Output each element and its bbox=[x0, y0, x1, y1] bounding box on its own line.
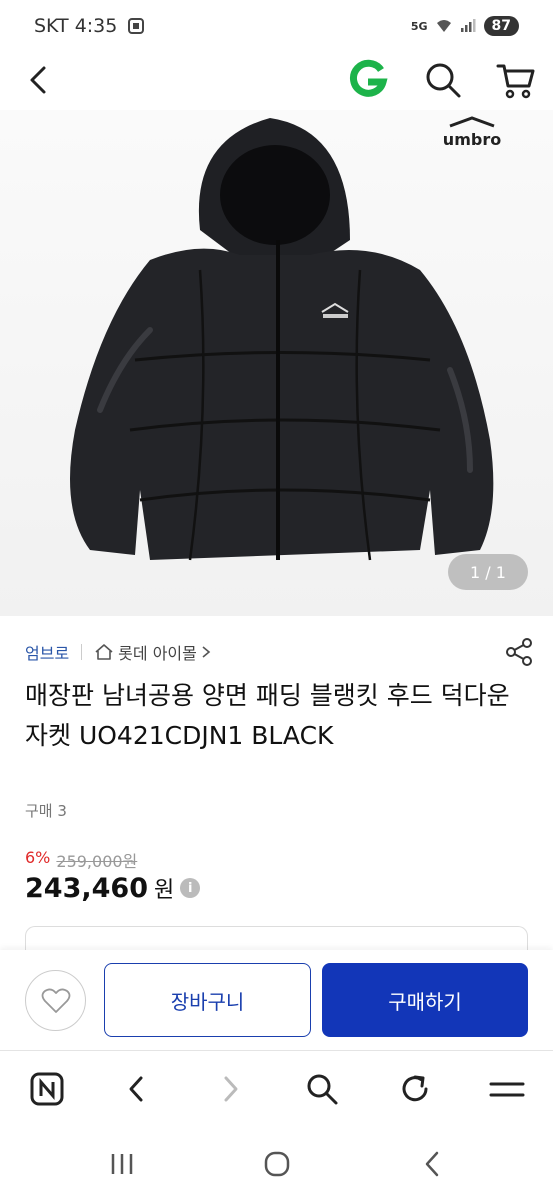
refresh-icon bbox=[402, 1075, 428, 1102]
price-unit: 원 bbox=[153, 878, 175, 903]
screenshot-icon bbox=[128, 18, 145, 34]
cart-button[interactable] bbox=[495, 60, 537, 100]
cart-icon bbox=[496, 64, 535, 99]
status-bar: SKT 4:35 5G 87 bbox=[0, 0, 553, 52]
share-button[interactable] bbox=[503, 636, 535, 668]
status-right: 5G 87 bbox=[411, 16, 519, 36]
sale-price: 243,460 bbox=[25, 872, 148, 904]
divider bbox=[81, 644, 83, 660]
image-counter: 1 / 1 bbox=[448, 554, 528, 590]
original-price: 259,000원 bbox=[56, 852, 138, 871]
brand-row: 엄브로 롯데 아이몰 bbox=[25, 636, 535, 668]
network-type: 5G bbox=[410, 19, 428, 33]
price-row: 243,460 원 i bbox=[25, 872, 201, 904]
back-button[interactable] bbox=[22, 60, 58, 100]
naver-icon bbox=[30, 1072, 64, 1106]
browser-menu-button[interactable] bbox=[487, 1069, 527, 1109]
share-icon bbox=[506, 638, 532, 666]
heart-icon bbox=[41, 988, 70, 1013]
store-name: 롯데 아이몰 bbox=[118, 644, 197, 663]
brand-link[interactable]: 엄브로 bbox=[25, 640, 69, 664]
recent-apps-icon bbox=[111, 1154, 133, 1174]
purchase-bar: 장바구니 구매하기 bbox=[0, 950, 553, 1050]
chevron-right-icon bbox=[202, 646, 211, 658]
browser-forward-button[interactable] bbox=[210, 1069, 250, 1109]
naver-home-button[interactable] bbox=[27, 1069, 67, 1109]
forward-icon bbox=[224, 1076, 238, 1102]
carrier-time: SKT 4:35 bbox=[34, 15, 118, 37]
chevron-left-icon bbox=[30, 66, 46, 94]
back-icon bbox=[425, 1151, 439, 1177]
discount-row: 6% 259,000원 bbox=[25, 848, 137, 872]
signal-icon bbox=[460, 19, 476, 32]
product-image[interactable]: umbro 1 / 1 bbox=[0, 110, 553, 616]
search-button[interactable] bbox=[423, 60, 463, 100]
browser-back-button[interactable] bbox=[117, 1069, 157, 1109]
price-info-icon[interactable]: i bbox=[180, 878, 201, 898]
g-logo-button[interactable] bbox=[348, 58, 388, 100]
search-icon bbox=[307, 1074, 338, 1105]
home-icon bbox=[95, 644, 113, 660]
recent-apps-button[interactable] bbox=[104, 1146, 140, 1182]
wish-button[interactable] bbox=[25, 970, 86, 1031]
buy-now-button[interactable]: 구매하기 bbox=[322, 963, 528, 1037]
system-back-button[interactable] bbox=[414, 1146, 450, 1182]
browser-nav bbox=[0, 1050, 553, 1128]
app-header bbox=[0, 52, 553, 110]
menu-icon bbox=[489, 1082, 525, 1097]
home-button[interactable] bbox=[259, 1146, 295, 1182]
jacket-image bbox=[70, 118, 494, 561]
back-icon bbox=[129, 1076, 143, 1102]
status-left: SKT 4:35 bbox=[34, 15, 145, 37]
wifi-icon bbox=[436, 20, 451, 32]
store-link[interactable]: 롯데 아이몰 bbox=[94, 640, 211, 664]
search-icon bbox=[426, 63, 461, 98]
purchase-count: 구매 3 bbox=[25, 802, 67, 820]
product-title: 매장판 남녀공용 양면 패딩 블랭킷 후드 덕다운 자켓 UO421CDJN1 … bbox=[25, 681, 510, 750]
browser-refresh-button[interactable] bbox=[395, 1069, 435, 1109]
home-icon bbox=[264, 1151, 290, 1177]
g-logo-icon bbox=[349, 59, 388, 97]
system-nav bbox=[0, 1128, 553, 1200]
battery-indicator: 87 bbox=[483, 16, 519, 36]
browser-search-button[interactable] bbox=[302, 1069, 342, 1109]
add-to-cart-button[interactable]: 장바구니 bbox=[104, 963, 311, 1037]
discount-rate: 6% bbox=[25, 848, 51, 867]
